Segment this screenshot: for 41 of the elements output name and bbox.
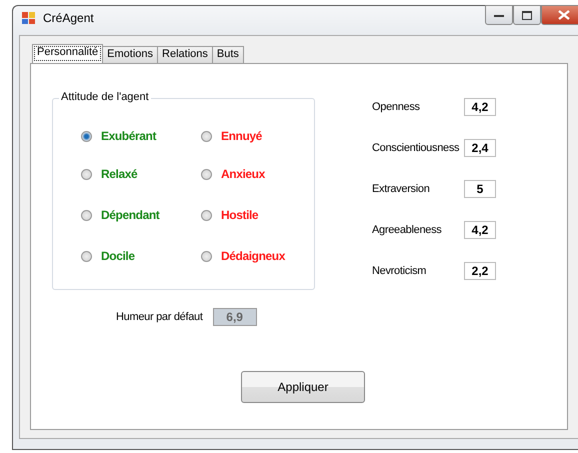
radio-button[interactable] (81, 250, 92, 262)
maximize-icon (522, 10, 532, 20)
field-label: Nevroticism (372, 265, 428, 277)
trait-field[interactable]: 2,2 (464, 262, 496, 280)
radio-label[interactable]: Relaxé (101, 167, 138, 181)
trait-field[interactable]: 2,4 (464, 139, 496, 157)
minimize-button[interactable] (485, 5, 513, 25)
group-title: Attitude de l'agent (59, 91, 151, 103)
radio-label[interactable]: Ennuyé (221, 129, 262, 143)
radio-button[interactable] (201, 250, 212, 262)
radio-label[interactable]: Hostile (221, 208, 258, 222)
window-title: CréAgent (43, 11, 94, 25)
tab[interactable]: Personnalité (32, 44, 104, 63)
close-button[interactable] (541, 5, 578, 25)
radio-label[interactable]: Dédaigneux (221, 249, 286, 263)
radio-button[interactable] (201, 168, 212, 180)
radio-button[interactable] (81, 130, 92, 142)
field-label: Extraversion (372, 183, 431, 195)
trait-field[interactable]: 5 (464, 180, 496, 198)
field-label: Conscientiousness (372, 142, 460, 154)
tab[interactable]: Relations (157, 46, 213, 63)
field-label: Agreeableness (372, 224, 442, 236)
app-icon (21, 10, 37, 26)
radio-button[interactable] (201, 130, 212, 142)
radio-button[interactable] (81, 210, 92, 220)
radio-button[interactable] (81, 168, 92, 180)
apply-button[interactable]: Appliquer (241, 371, 365, 403)
radio-label[interactable]: Exubérant (101, 129, 156, 143)
tab[interactable]: Emotions (102, 46, 158, 63)
trait-field[interactable]: 4,2 (464, 98, 496, 116)
close-icon (558, 10, 570, 20)
radio-label[interactable]: Anxieux (221, 167, 265, 181)
maximize-button[interactable] (513, 5, 541, 25)
field-label: Openness (372, 101, 421, 113)
field-label: Humeur par défaut (116, 311, 203, 323)
radio-button[interactable] (201, 210, 212, 220)
radio-label[interactable]: Docile (101, 249, 135, 263)
tab[interactable]: Buts (212, 46, 244, 63)
minimize-icon (494, 12, 504, 18)
trait-field[interactable]: 4,2 (464, 221, 496, 239)
radio-label[interactable]: Dépendant (101, 208, 160, 222)
